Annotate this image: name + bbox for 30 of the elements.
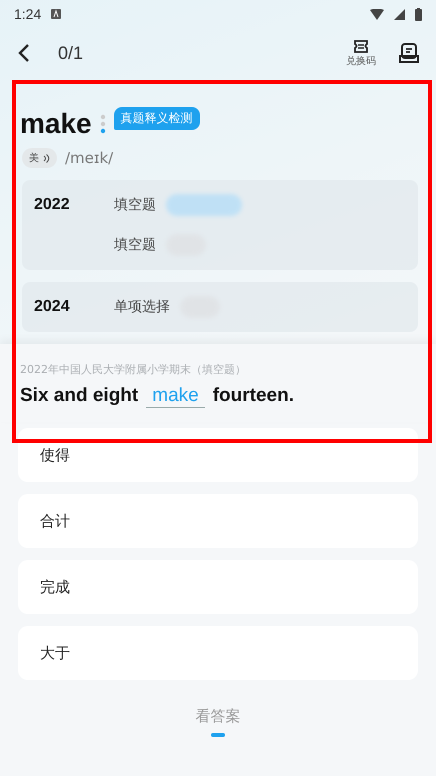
ticket-icon xyxy=(352,38,370,54)
notebook-icon xyxy=(398,42,420,64)
headword: make xyxy=(20,108,92,140)
notebook-button[interactable] xyxy=(398,42,420,64)
answer-option[interactable]: 合计 xyxy=(18,494,418,548)
wifi-icon xyxy=(370,8,384,20)
progress-counter: 0/1 xyxy=(58,42,84,64)
signal-icon xyxy=(394,8,405,20)
speaker-icon xyxy=(42,154,50,162)
notification-icon xyxy=(51,9,62,19)
answer-option[interactable]: 完成 xyxy=(18,560,418,614)
answer-option[interactable]: 大于 xyxy=(18,626,418,680)
status-time: 1:24 xyxy=(14,6,42,22)
phonetic-text: /meɪk/ xyxy=(65,149,114,167)
sentence-text: Six and eight xyxy=(20,385,138,407)
exam-year: 2024 xyxy=(34,298,71,316)
answer-option[interactable]: 使得 xyxy=(18,428,418,482)
back-button[interactable] xyxy=(18,43,30,63)
pronunciation-button[interactable]: 美 xyxy=(22,148,57,168)
question-source: 2022年中国人民大学附属小学期末（填空题） xyxy=(20,362,247,377)
sentence-text: fourteen. xyxy=(212,385,294,407)
back-icon xyxy=(18,43,30,63)
answer-blank: make xyxy=(146,385,205,408)
question-type: 单项选择 xyxy=(114,298,170,316)
question-type: 填空题 xyxy=(114,236,156,254)
exam-year: 2022 xyxy=(34,196,71,214)
question-type: 填空题 xyxy=(114,196,156,214)
battery-icon xyxy=(415,8,422,20)
redeem-code-button[interactable]: 兑换码 xyxy=(346,38,376,68)
indicator-dash xyxy=(211,733,225,737)
